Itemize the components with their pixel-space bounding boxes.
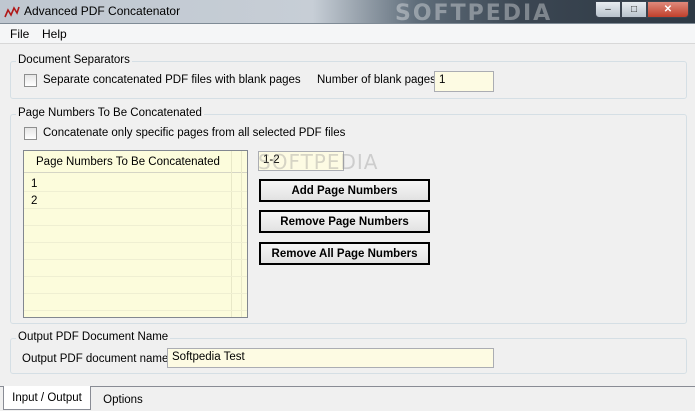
close-button[interactable]: ✕ xyxy=(647,1,689,18)
tab-options[interactable]: Options xyxy=(92,389,154,411)
list-item[interactable]: 2 xyxy=(31,195,37,207)
window-controls: – □ ✕ xyxy=(595,1,689,18)
blank-pages-label: Number of blank pages: xyxy=(317,74,440,86)
list-item[interactable]: 1 xyxy=(31,178,37,190)
specific-pages-label: Concatenate only specific pages from all… xyxy=(43,127,346,139)
group-title: Page Numbers To Be Concatenated xyxy=(16,107,204,119)
menu-bar: File Help xyxy=(0,24,695,44)
tab-bar: Input / Output Options xyxy=(0,386,695,411)
tab-input-output[interactable]: Input / Output xyxy=(3,386,91,410)
output-name-label: Output PDF document name: xyxy=(22,353,172,365)
app-window: Advanced PDF Concatenator SOFTPEDIA – □ … xyxy=(0,0,695,411)
softpedia-watermark: SOFTPEDIA xyxy=(395,1,553,26)
group-title: Document Separators xyxy=(16,54,132,66)
separate-blank-pages-checkbox[interactable] xyxy=(24,74,37,87)
softpedia-watermark: SOFTPEDIA xyxy=(258,150,379,174)
menu-help[interactable]: Help xyxy=(42,27,67,41)
specific-pages-checkbox[interactable] xyxy=(24,127,37,140)
maximize-button[interactable]: □ xyxy=(621,1,647,18)
title-bar[interactable]: Advanced PDF Concatenator SOFTPEDIA – □ … xyxy=(0,0,695,26)
add-page-numbers-button[interactable]: Add Page Numbers xyxy=(259,179,430,202)
remove-all-page-numbers-button[interactable]: Remove All Page Numbers xyxy=(259,242,430,265)
minimize-button[interactable]: – xyxy=(595,1,621,18)
menu-file[interactable]: File xyxy=(10,27,29,41)
group-title: Output PDF Document Name xyxy=(16,331,171,343)
blank-pages-input[interactable]: 1 xyxy=(434,71,494,92)
list-column-header[interactable]: Page Numbers To Be Concatenated xyxy=(24,151,247,173)
window-title: Advanced PDF Concatenator xyxy=(24,4,181,18)
output-name-input[interactable]: Softpedia Test xyxy=(167,348,494,368)
page-numbers-list[interactable]: Page Numbers To Be Concatenated 1 2 xyxy=(23,150,248,318)
remove-page-numbers-button[interactable]: Remove Page Numbers xyxy=(259,210,430,233)
app-logo-icon xyxy=(4,6,20,18)
separate-blank-pages-label: Separate concatenated PDF files with bla… xyxy=(43,74,301,86)
